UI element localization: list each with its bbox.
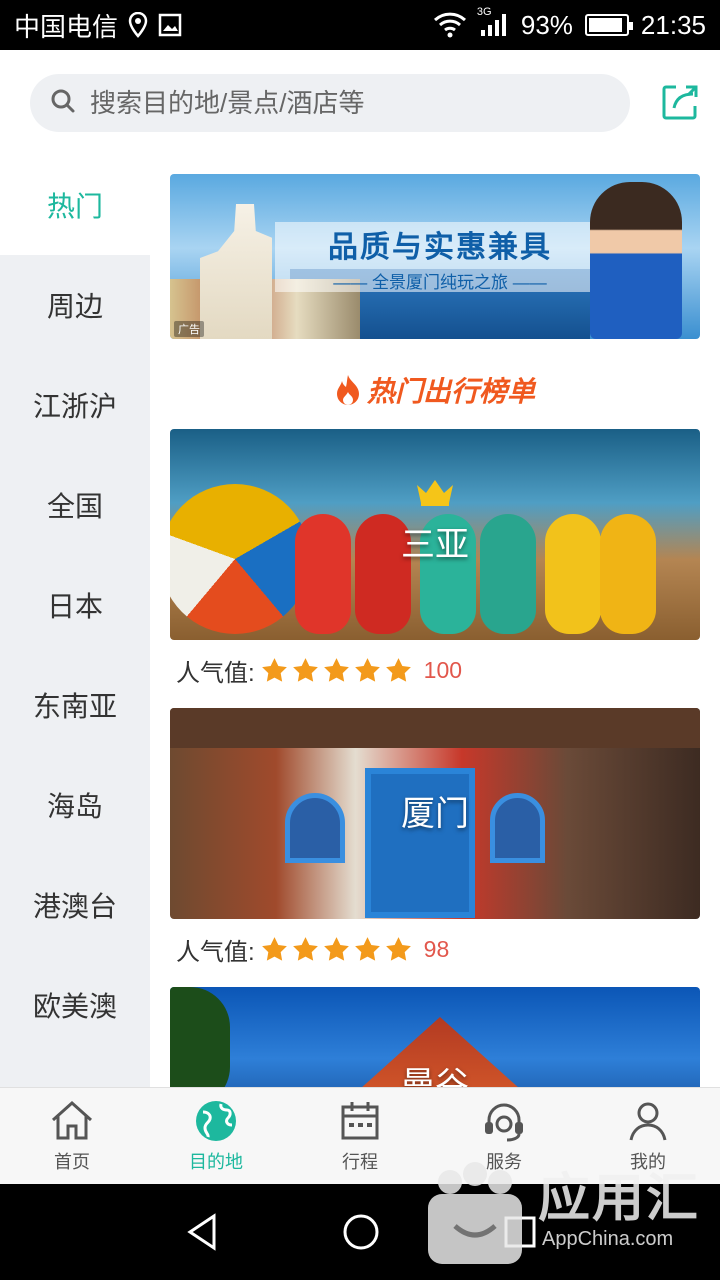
sidebar-item-japan[interactable]: 日本 xyxy=(0,555,150,655)
share-button[interactable] xyxy=(660,82,700,122)
destination-content: 品质与实惠兼具 —— 全景厦门纯玩之旅 —— 广告 热门出行榜单 三亚 人气值:… xyxy=(150,155,720,1087)
rating-label: 人气值: xyxy=(176,659,255,687)
sidebar-item-label: 江浙沪 xyxy=(32,391,117,422)
nav-item-itinerary[interactable]: 行程 xyxy=(288,1088,432,1184)
nav-label: 行程 xyxy=(342,1152,378,1172)
sidebar-item-label: 东南亚 xyxy=(32,691,117,722)
search-row xyxy=(0,50,720,160)
section-header: 热门出行榜单 xyxy=(150,368,720,412)
globe-icon xyxy=(196,1101,236,1141)
appchina-logo-icon xyxy=(428,1162,522,1264)
rating-score: 100 xyxy=(423,656,463,683)
ad-tag: 广告 xyxy=(174,321,204,337)
battery-percent: 93% xyxy=(520,9,573,40)
sidebar-item-label: 日本 xyxy=(46,591,103,622)
watermark-title: 应用汇 xyxy=(538,1170,701,1228)
destination-name: 曼谷 xyxy=(401,1066,469,1087)
sidebar-item-islands[interactable]: 海岛 xyxy=(0,755,150,855)
sidebar-item-europe-america-australia[interactable]: 欧美澳 xyxy=(0,955,150,1055)
star-icon xyxy=(261,657,287,682)
star-icon xyxy=(354,936,380,961)
search-icon xyxy=(50,88,76,119)
banner-headline: 品质与实惠兼具 xyxy=(328,229,552,265)
appchina-watermark: 应用汇 AppChina.com xyxy=(420,1150,720,1270)
headset-icon xyxy=(485,1103,523,1142)
star-icon xyxy=(292,657,318,682)
search-bar[interactable] xyxy=(30,74,630,132)
banner-text-panel: 品质与实惠兼具 —— 全景厦门纯玩之旅 —— xyxy=(275,222,605,292)
sidebar-item-label: 热门 xyxy=(46,191,103,222)
sidebar-item-national[interactable]: 全国 xyxy=(0,455,150,555)
destination-card-xiamen[interactable]: 厦门 xyxy=(170,708,700,919)
home-icon xyxy=(51,1100,93,1140)
destination-name: 三亚 xyxy=(401,526,469,564)
popularity-rating: 人气值: 98 xyxy=(176,929,449,969)
back-button[interactable] xyxy=(182,1212,222,1252)
popularity-rating: 人气值: 100 xyxy=(176,650,462,690)
rating-score: 98 xyxy=(423,935,450,962)
star-icon xyxy=(354,657,380,682)
location-icon xyxy=(128,12,148,38)
crown-icon xyxy=(417,480,453,506)
banner-subline: —— 全景厦门纯玩之旅 —— xyxy=(333,272,547,292)
star-rating xyxy=(261,936,412,963)
star-icon xyxy=(323,936,349,961)
nav-label: 首页 xyxy=(54,1152,90,1172)
rating-label: 人气值: xyxy=(176,938,255,966)
shop-roof-image xyxy=(170,708,700,748)
carrier-label: 中国电信 xyxy=(14,11,119,42)
sidebar-item-jiangzhehu[interactable]: 江浙沪 xyxy=(0,355,150,455)
battery-icon xyxy=(584,14,633,36)
network-type-label: 3G xyxy=(476,6,492,18)
search-input[interactable] xyxy=(90,87,570,119)
section-title: 热门出行榜单 xyxy=(366,376,535,407)
nav-item-home[interactable]: 首页 xyxy=(0,1088,144,1184)
sidebar-item-label: 港澳台 xyxy=(32,891,117,922)
flame-icon xyxy=(336,375,359,405)
share-icon xyxy=(662,85,698,120)
status-bar: 中国电信 3G 93% 21:35 xyxy=(0,0,720,50)
image-icon xyxy=(158,13,182,37)
home-button[interactable] xyxy=(341,1212,381,1252)
nav-label: 目的地 xyxy=(189,1152,243,1172)
wifi-icon xyxy=(433,12,467,38)
star-icon xyxy=(261,936,287,961)
sidebar-item-southeast-asia[interactable]: 东南亚 xyxy=(0,655,150,755)
sidebar-item-label: 欧美澳 xyxy=(32,991,117,1022)
watermark-subtitle: AppChina.com xyxy=(542,1228,674,1250)
category-sidebar: 热门 周边 江浙沪 全国 日本 东南亚 海岛 港澳台 欧美澳 xyxy=(0,155,150,1087)
star-icon xyxy=(385,657,411,682)
star-icon xyxy=(323,657,349,682)
sidebar-item-label: 海岛 xyxy=(46,791,103,822)
ad-banner[interactable]: 品质与实惠兼具 —— 全景厦门纯玩之旅 —— 广告 xyxy=(170,174,700,339)
sidebar-item-hot[interactable]: 热门 xyxy=(0,155,150,255)
sidebar-item-hk-macau-taiwan[interactable]: 港澳台 xyxy=(0,855,150,955)
star-icon xyxy=(292,936,318,961)
calendar-icon xyxy=(341,1102,379,1140)
signal-icon: 3G xyxy=(477,6,509,38)
destination-name: 厦门 xyxy=(401,795,469,833)
user-icon xyxy=(629,1102,667,1141)
sidebar-item-label: 全国 xyxy=(46,491,103,522)
destination-card-bangkok[interactable]: 曼谷 xyxy=(170,987,700,1087)
sidebar-item-label: 周边 xyxy=(46,291,103,322)
star-icon xyxy=(385,936,411,961)
sidebar-item-nearby[interactable]: 周边 xyxy=(0,255,150,355)
banner-person-image xyxy=(590,182,682,339)
destination-card-sanya[interactable]: 三亚 xyxy=(170,429,700,640)
nav-item-destination[interactable]: 目的地 xyxy=(144,1088,288,1184)
star-rating xyxy=(261,657,412,684)
clock: 21:35 xyxy=(640,9,706,40)
